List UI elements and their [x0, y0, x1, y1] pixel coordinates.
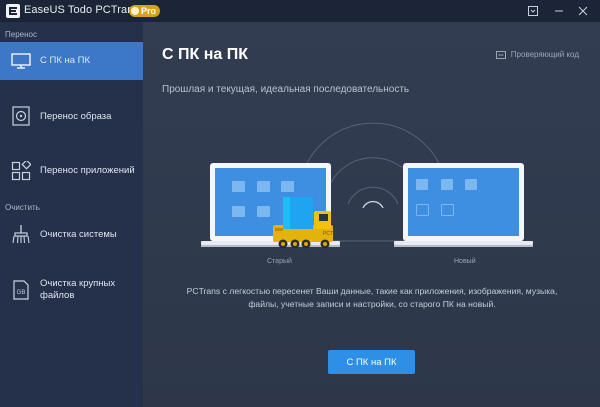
- section-label-transfer: Перенос: [5, 30, 37, 39]
- sidebar-item-system-cleanup[interactable]: Очистка системы: [0, 214, 143, 254]
- apps-icon: [11, 161, 31, 181]
- close-icon: [578, 6, 588, 16]
- sidebar-item-label: Перенос образа: [40, 111, 112, 122]
- sidebar-item-image-transfer[interactable]: Перенос образа: [0, 96, 143, 136]
- label-line-2: файлов: [40, 290, 75, 301]
- page-title: С ПК на ПК: [162, 46, 248, 63]
- title-bar: EaseUS Todo PCTrans Pro: [0, 0, 600, 22]
- new-laptop-icon: [394, 163, 533, 247]
- section-label-clean: Очистить: [5, 203, 40, 212]
- monitor-icon: [11, 53, 31, 69]
- sidebar: Перенос С ПК на ПК Перенос образа Перено…: [0, 22, 143, 407]
- transfer-illustration: PCT: [201, 122, 533, 249]
- sidebar-item-app-transfer[interactable]: Перенос приложений: [0, 150, 143, 192]
- main-panel: С ПК на ПК Проверяющий код Прошлая и тек…: [143, 22, 600, 407]
- menu-dropdown-icon: [528, 6, 538, 16]
- sidebar-item-label: Очистка крупных файлов: [40, 278, 115, 302]
- menu-button[interactable]: [522, 0, 544, 22]
- app-window: EaseUS Todo PCTrans Pro Перенос С ПК на …: [0, 0, 600, 407]
- app-title: EaseUS Todo PCTrans: [24, 4, 140, 16]
- gb-file-icon: GB: [13, 280, 29, 300]
- svg-text:GB: GB: [17, 290, 26, 296]
- disc-image-icon: [12, 106, 30, 126]
- easeus-logo-icon: [6, 4, 20, 18]
- pro-badge: Pro: [129, 5, 161, 17]
- sidebar-item-large-file-cleanup[interactable]: GB Очистка крупных файлов: [0, 268, 143, 312]
- svg-text:PCT: PCT: [323, 231, 333, 237]
- close-button[interactable]: [572, 0, 594, 22]
- sidebar-item-label: Очистка системы: [40, 229, 117, 240]
- sidebar-item-label: С ПК на ПК: [40, 55, 91, 66]
- verification-code-label: Проверяющий код: [510, 50, 579, 59]
- description-line-2: файлы, учетные записи и настройки, со ст…: [248, 299, 496, 309]
- sidebar-item-pc-to-pc[interactable]: С ПК на ПК: [0, 42, 143, 80]
- pro-badge-label: Pro: [141, 6, 157, 16]
- page-subtitle: Прошлая и текущая, идеальная последовате…: [162, 84, 410, 95]
- label-line-1: Очистка крупных: [40, 278, 116, 289]
- description: PCTrans с легкостью пересенет Ваши данны…: [165, 285, 579, 311]
- minimize-button[interactable]: [548, 0, 570, 22]
- description-line-1: PCTrans с легкостью пересенет Ваши данны…: [186, 286, 558, 296]
- crown-icon: [131, 7, 139, 15]
- verification-code-link[interactable]: Проверяющий код: [495, 50, 579, 59]
- start-pc-to-pc-button[interactable]: С ПК на ПК: [328, 350, 415, 374]
- minimize-icon: [555, 10, 563, 12]
- code-icon: [495, 50, 506, 59]
- new-pc-label: Новый: [454, 258, 476, 265]
- broom-icon: [12, 225, 30, 244]
- sidebar-item-label: Перенос приложений: [40, 165, 135, 176]
- old-pc-label: Старый: [267, 258, 292, 265]
